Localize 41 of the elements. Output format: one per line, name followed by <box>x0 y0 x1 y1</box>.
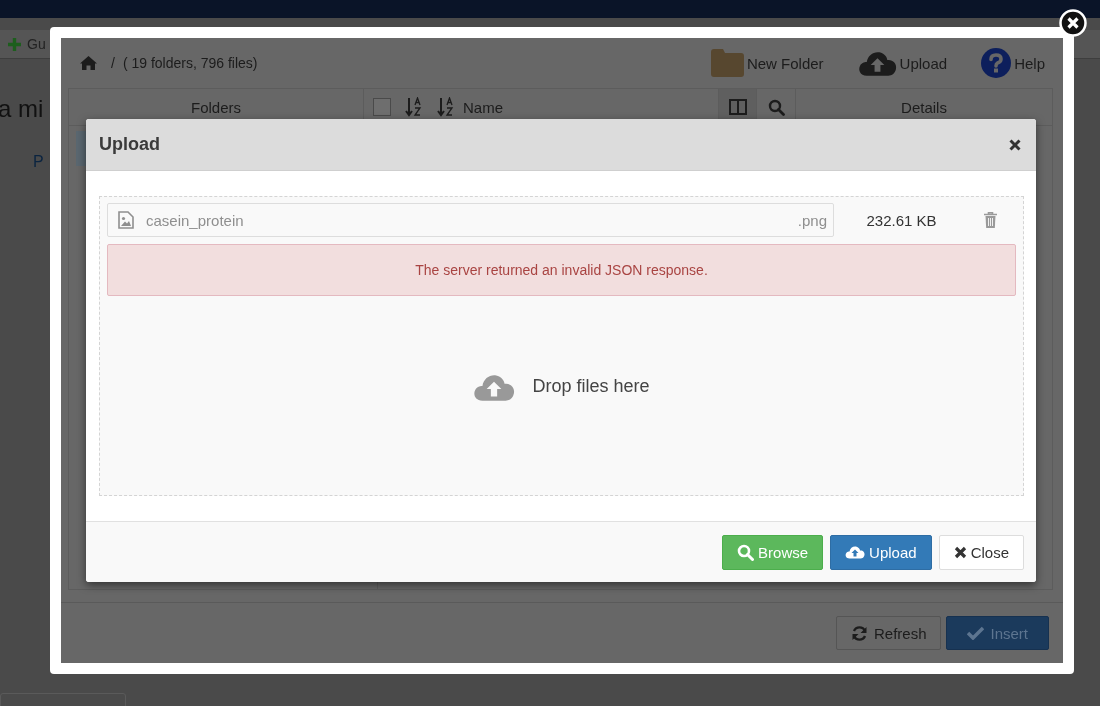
column-header[interactable]: Folders <box>191 98 241 116</box>
insert-button[interactable]: Insert <box>946 616 1049 650</box>
column-header[interactable]: Details <box>901 98 947 116</box>
drop-hint: Drop files here <box>532 376 650 397</box>
sort-icon[interactable] <box>437 97 455 117</box>
file-size: 232.61 KB <box>865 211 938 229</box>
folder-row[interactable] <box>76 131 87 166</box>
cloud-upload-icon <box>857 49 897 77</box>
image-file-icon <box>118 211 134 229</box>
close-icon <box>1009 138 1021 151</box>
folder-summary: ( 19 folders, 796 files) <box>122 55 258 71</box>
column-header[interactable]: Name <box>463 98 503 116</box>
breadcrumb-separator: / <box>111 55 115 71</box>
help-icon <box>981 48 1012 78</box>
error-message: The server returned an invalid JSON response. <box>107 244 1016 296</box>
toolbar-button[interactable]: Help <box>981 48 1045 78</box>
file-name-field: casein_protein .png <box>107 203 834 237</box>
trash-icon <box>984 212 997 228</box>
folder-icon <box>710 49 744 77</box>
dialog-title: Upload <box>99 134 160 155</box>
toolbar-button[interactable]: New Folder <box>710 49 824 77</box>
delete-button[interactable] <box>984 212 997 228</box>
home-icon[interactable] <box>80 56 97 70</box>
columns-icon[interactable] <box>728 99 747 115</box>
search-icon <box>737 543 755 561</box>
close-button[interactable]: Close <box>938 534 1024 570</box>
page-label: P <box>33 153 44 171</box>
refresh-button[interactable]: Refresh <box>835 616 942 650</box>
close-button[interactable] <box>1009 138 1021 151</box>
select-all-checkbox[interactable] <box>373 98 391 116</box>
toolbar-button[interactable]: Upload <box>857 49 948 77</box>
drop-zone[interactable]: casein_protein .png 232.61 KB The server returned an invalid JSON response. Drop files here <box>99 196 1024 496</box>
sort-icon[interactable] <box>405 97 423 117</box>
check-icon <box>967 626 985 640</box>
refresh-icon <box>850 624 868 642</box>
search-icon[interactable] <box>767 98 785 116</box>
upload-button[interactable]: Upload <box>830 534 932 570</box>
cloud-upload-icon <box>845 545 866 559</box>
close-icon <box>953 545 967 559</box>
browse-button[interactable]: Browse <box>722 534 824 570</box>
plus-icon <box>8 37 21 51</box>
